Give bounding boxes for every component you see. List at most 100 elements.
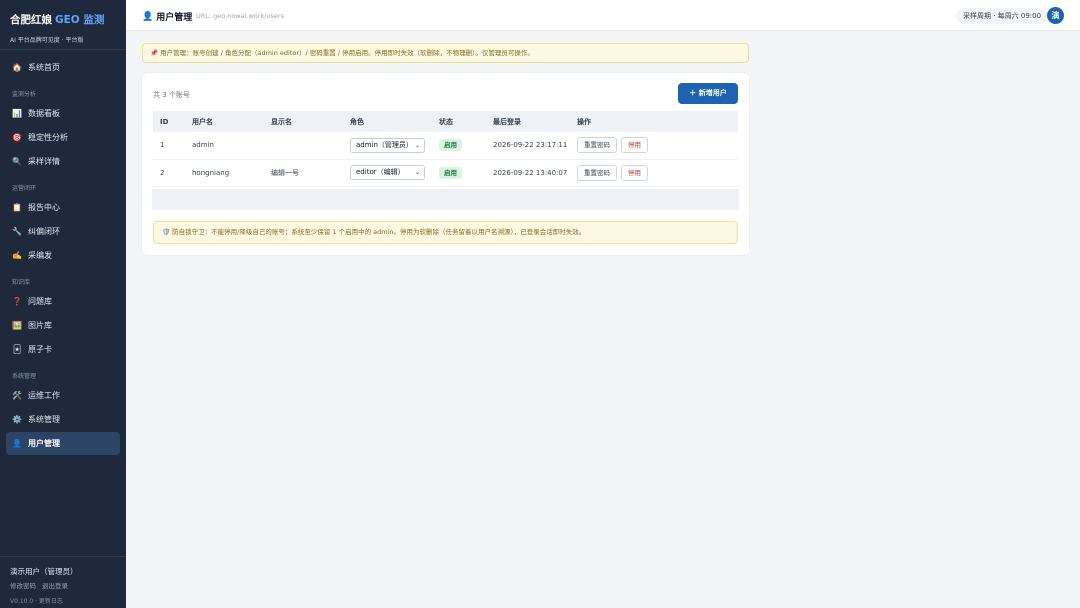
column-header: 用户名	[192, 117, 213, 126]
house-icon: 🏠	[12, 63, 22, 72]
page-url: URL: geo.nowai.work/users	[196, 12, 284, 20]
table-row: 2 hongniang 编辑一号 editor（编辑） ⌄ 启用 2026-09…	[153, 159, 738, 186]
role-select[interactable]: admin（管理员） ⌄	[350, 137, 425, 153]
page-title: 👤 用户管理	[142, 10, 193, 24]
table-header-row: ID 用户名 显示名 角色 状态 最后登录 操作	[153, 111, 738, 132]
column-header: 状态	[439, 117, 453, 126]
sampling-period-badge: 采样周期 · 每周六 09:00	[956, 8, 1049, 24]
username: hongniang	[192, 168, 230, 177]
column-header: 显示名	[271, 117, 292, 126]
users-card: 共 3 个账号 ＋ 新增用户 ID 用户名 显示名 角色 状态 最后登录 操作 …	[142, 73, 749, 255]
chevron-down-icon: ⌄	[414, 169, 420, 176]
column-header: ID	[160, 117, 169, 126]
sidebar-item-label: 用户管理	[28, 439, 60, 448]
sidebar-item-label: 原子卡	[28, 345, 52, 354]
display-name: 编辑一号	[271, 168, 299, 177]
sidebar-item-sampling[interactable]: 🔍 采样详情	[6, 150, 120, 173]
user-id: 2	[160, 168, 165, 177]
disable-button[interactable]: 停用	[621, 137, 648, 154]
username: admin	[192, 141, 214, 150]
clipboard-icon: 📋	[12, 203, 22, 212]
sidebar-item-system[interactable]: ⚙️ 系统管理	[6, 408, 120, 431]
sidebar-item-label: 纠偏闭环	[28, 227, 60, 236]
reset-password-button[interactable]: 重置密码	[577, 164, 617, 181]
column-header: 操作	[577, 117, 591, 126]
card-icon: 🃏	[12, 345, 22, 354]
account-count: 共 3 个账号	[153, 91, 190, 99]
sidebar-item-label: 数据看板	[28, 109, 60, 118]
reset-password-button[interactable]: 重置密码	[577, 137, 617, 154]
disable-button[interactable]: 停用	[621, 164, 648, 181]
last-login: 2026-09-22 13:40:07	[493, 168, 568, 177]
sidebar-item-questions[interactable]: ❓ 问题库	[6, 290, 120, 313]
status-badge: 启用	[439, 166, 462, 179]
sidebar-item-atom-cards[interactable]: 🃏 原子卡	[6, 338, 120, 361]
brand-accent: GEO 监测	[55, 14, 105, 26]
sidebar-item-label: 系统管理	[28, 415, 60, 424]
sidebar-item-label: 图片库	[28, 321, 52, 330]
add-user-button[interactable]: ＋ 新增用户	[678, 83, 738, 104]
status-badge: 启用	[439, 139, 462, 152]
sidebar-item-publishing[interactable]: ✍️ 采编发	[6, 244, 120, 267]
wrench-icon: 🔧	[12, 227, 22, 236]
sidebar-item-label: 采样详情	[28, 157, 60, 166]
self-lock-guard-note: 🛡️ 防自锁守卫：不能停用/降级自己的账号；系统至少保留 1 个启用中的 adm…	[153, 221, 738, 244]
version-info[interactable]: V0.10.0 · 更新日志	[10, 596, 116, 605]
sidebar-section-title: 运营闭环	[12, 185, 37, 192]
page-title-text: 用户管理	[156, 13, 193, 23]
user-icon: 👤	[12, 439, 22, 448]
sidebar-item-label: 报告中心	[28, 203, 60, 212]
tools-icon: 🛠️	[12, 391, 22, 400]
question-icon: ❓	[12, 297, 22, 306]
sidebar-item-label: 运维工作	[28, 391, 60, 400]
brand-subtitle: AI 平台品牌可见度 · 平台版	[10, 37, 84, 44]
account-links: 修改密码 退出登录	[10, 580, 116, 590]
sidebar-footer: 演示用户（管理员） 修改密码 退出登录 V0.10.0 · 更新日志	[0, 556, 126, 608]
sidebar-item-home[interactable]: 🏠 系统首页	[6, 56, 120, 79]
sidebar-item-label: 问题库	[28, 297, 52, 306]
sidebar-section-title: 系统管理	[12, 373, 37, 380]
sidebar-item-dashboard[interactable]: 📊 数据看板	[6, 102, 120, 125]
display-name	[264, 132, 343, 159]
avatar[interactable]: 演	[1047, 7, 1064, 24]
sidebar-nav: 🏠 系统首页 监测分析 📊 数据看板 🎯 稳定性分析 🔍 采样详情 运营闭环 📋…	[0, 50, 126, 455]
target-icon: 🎯	[12, 133, 22, 142]
sidebar-item-correction[interactable]: 🔧 纠偏闭环	[6, 220, 120, 243]
logout-link[interactable]: 退出登录	[42, 582, 68, 590]
sidebar-item-reports[interactable]: 📋 报告中心	[6, 196, 120, 219]
sidebar-section-title: 知识库	[12, 279, 31, 286]
sidebar-item-label: 稳定性分析	[28, 133, 68, 142]
table-empty-row	[152, 189, 739, 210]
image-icon: 🖼️	[12, 321, 22, 330]
sidebar-section-title: 监测分析	[12, 91, 37, 98]
role-select-value: editor（编辑）	[356, 168, 405, 176]
sidebar-item-label: 采编发	[28, 251, 52, 260]
brand-name: 合肥红娘	[10, 14, 52, 26]
last-login: 2026-09-22 23:17:11	[493, 141, 568, 150]
sidebar-item-label: 系统首页	[28, 63, 60, 72]
current-user: 演示用户（管理员）	[10, 567, 78, 576]
topbar: 👤 用户管理 URL: geo.nowai.work/users 采样周期 · …	[126, 0, 1080, 31]
column-header: 最后登录	[493, 117, 521, 126]
table-row: 1 admin admin（管理员） ⌄ 启用 2026-09-22 23:17…	[153, 132, 738, 159]
brand: 合肥红娘 GEO 监测 AI 平台品牌可见度 · 平台版	[0, 0, 126, 50]
user-icon: 👤	[142, 11, 154, 22]
sidebar-item-ops[interactable]: 🛠️ 运维工作	[6, 384, 120, 407]
brand-title: 合肥红娘 GEO 监测	[10, 12, 116, 27]
role-select[interactable]: editor（编辑） ⌄	[350, 165, 425, 180]
info-notice: 📌 用户管理：账号创建 / 角色分配（admin editor）/ 密码重置 /…	[142, 43, 749, 63]
chevron-down-icon: ⌄	[414, 141, 420, 149]
magnifier-icon: 🔍	[12, 157, 22, 166]
user-id: 1	[160, 141, 165, 150]
role-select-value: admin（管理员）	[356, 140, 413, 149]
gear-icon: ⚙️	[12, 415, 22, 424]
change-password-link[interactable]: 修改密码	[10, 582, 36, 590]
sidebar-item-stability[interactable]: 🎯 稳定性分析	[6, 126, 120, 149]
sidebar-item-users[interactable]: 👤 用户管理	[6, 432, 120, 455]
users-table: ID 用户名 显示名 角色 状态 最后登录 操作 1 admin admin（管…	[153, 111, 738, 187]
writing-hand-icon: ✍️	[12, 251, 22, 260]
bar-chart-icon: 📊	[12, 109, 22, 118]
sidebar-item-images[interactable]: 🖼️ 图片库	[6, 314, 120, 337]
column-header: 角色	[350, 117, 364, 126]
sidebar: 合肥红娘 GEO 监测 AI 平台品牌可见度 · 平台版 🏠 系统首页 监测分析 …	[0, 0, 126, 608]
